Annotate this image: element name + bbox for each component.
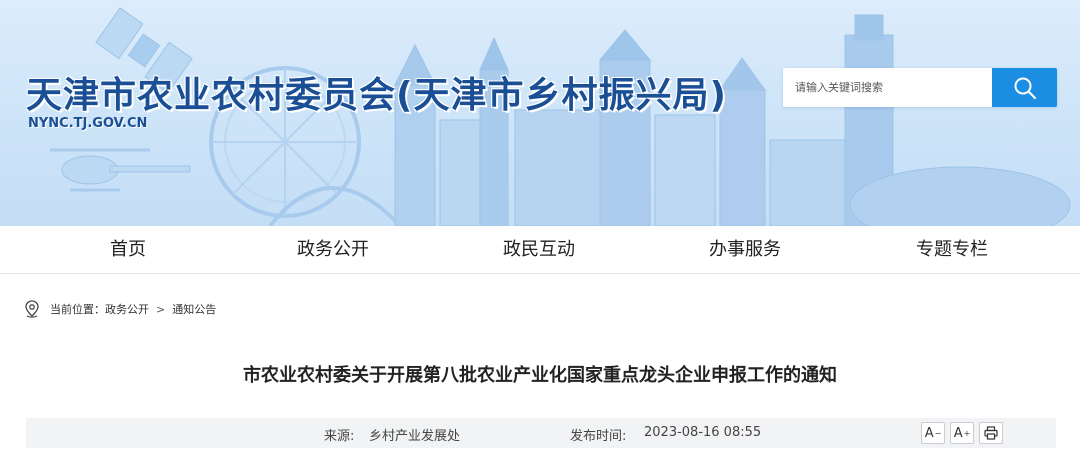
print-button[interactable]: [979, 422, 1003, 444]
article-title: 市农业农村委关于开展第八批农业产业化国家重点龙头企业申报工作的通知: [243, 365, 837, 386]
source-label: 来源:: [324, 429, 355, 444]
printer-icon: [984, 426, 998, 440]
font-decrease-label: A: [924, 425, 934, 441]
article-meta-bar: 来源: 乡村产业发展处 发布时间: 2023-08-16 08:55 A − A +: [26, 418, 1056, 448]
breadcrumb-link-government-affairs[interactable]: 政务公开: [105, 301, 149, 317]
minus-icon: −: [934, 428, 942, 438]
font-decrease-button[interactable]: A −: [921, 422, 945, 444]
nav-item-special-topics[interactable]: 专题专栏: [916, 226, 988, 274]
search-input[interactable]: [783, 68, 992, 107]
breadcrumb: 当前位置： 政务公开 > 通知公告: [24, 300, 216, 318]
plus-icon: +: [963, 428, 971, 438]
search-icon: [1014, 77, 1036, 99]
search-button[interactable]: [992, 68, 1057, 107]
main-nav: 首页 政务公开 政民互动 办事服务 专题专栏: [0, 226, 1080, 274]
font-increase-button[interactable]: A +: [950, 422, 974, 444]
nav-item-services[interactable]: 办事服务: [709, 226, 781, 274]
site-domain: NYNC.TJ.GOV.CN: [28, 116, 148, 131]
site-title[interactable]: 天津市农业农村委员会(天津市乡村振兴局): [26, 66, 727, 118]
location-pin-icon: [25, 300, 39, 318]
breadcrumb-prefix: 当前位置：: [50, 303, 105, 316]
nav-item-government-affairs[interactable]: 政务公开: [297, 226, 369, 274]
publish-date-value: 2023-08-16 08:55: [644, 425, 762, 440]
publish-date-label: 发布时间:: [570, 429, 627, 444]
nav-item-public-interaction[interactable]: 政民互动: [503, 226, 575, 274]
font-increase-label: A: [953, 425, 963, 441]
search-box: [783, 68, 1057, 107]
header-banner: 天津市农业农村委员会(天津市乡村振兴局) NYNC.TJ.GOV.CN: [0, 0, 1080, 226]
breadcrumb-separator: >: [156, 302, 166, 316]
nav-item-home[interactable]: 首页: [110, 226, 146, 274]
source-value: 乡村产业发展处: [369, 429, 461, 444]
breadcrumb-link-notices[interactable]: 通知公告: [172, 301, 216, 317]
